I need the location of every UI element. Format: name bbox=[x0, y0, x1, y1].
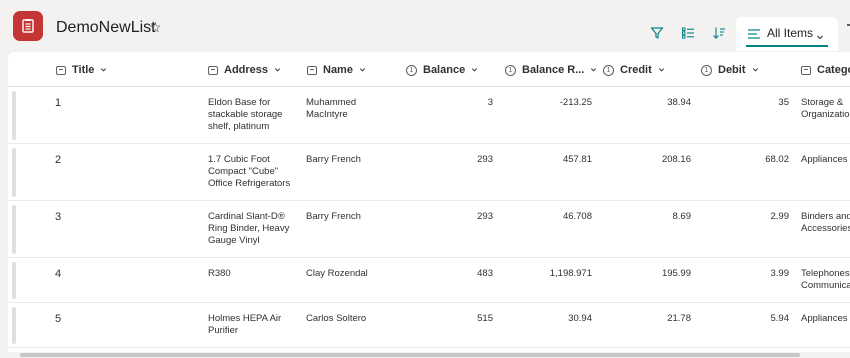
cell-name: Muhammed MacIntyre bbox=[306, 97, 357, 120]
cell-category: Appliances bbox=[801, 154, 848, 165]
chevron-down-icon bbox=[816, 28, 824, 46]
cell-balance: 483 bbox=[477, 268, 493, 279]
cell-category: Appliances bbox=[801, 313, 848, 324]
column-label: Name bbox=[323, 64, 353, 76]
view-label: All Items bbox=[767, 26, 814, 40]
column-header-name[interactable]: Name bbox=[307, 64, 366, 76]
cell-name: Barry French bbox=[306, 154, 361, 165]
cell-debit: 2.99 bbox=[770, 211, 790, 222]
cell-balance: 515 bbox=[477, 313, 493, 324]
chevron-down-icon bbox=[359, 64, 366, 76]
cell-name: Barry French bbox=[306, 211, 361, 222]
cell-balance-r: 30.94 bbox=[568, 313, 592, 324]
cell-address: 1.7 Cubic Foot Compact "Cube" Office Ref… bbox=[208, 154, 291, 189]
filter-icon[interactable] bbox=[648, 24, 666, 42]
cell-balance: 293 bbox=[477, 211, 493, 222]
column-header-credit[interactable]: 1 Credit bbox=[603, 64, 665, 76]
cell-credit: 38.94 bbox=[667, 97, 691, 108]
column-label: Title bbox=[72, 64, 95, 76]
chevron-down-icon bbox=[590, 64, 597, 76]
row-select-handle[interactable] bbox=[12, 307, 16, 344]
cell-balance-r: 1,198.971 bbox=[549, 268, 592, 279]
cell-balance: 3 bbox=[487, 97, 493, 108]
cell-name: Clay Rozendal bbox=[306, 268, 368, 279]
list-app-icon bbox=[13, 11, 43, 41]
table-row[interactable]: 4 R380 Clay Rozendal 483 1,198.971 195.9… bbox=[8, 258, 850, 303]
view-lines-icon bbox=[747, 27, 761, 45]
column-header-title[interactable]: Title bbox=[56, 64, 107, 76]
cell-address: R380 bbox=[208, 268, 231, 279]
scrollbar-thumb[interactable] bbox=[20, 353, 800, 357]
cell-name: Carlos Soltero bbox=[306, 313, 367, 324]
list-grid: Title Address Name 1 Balance 1 Balance R… bbox=[8, 52, 850, 358]
column-label: Debit bbox=[718, 64, 746, 76]
cell-debit: 68.02 bbox=[765, 154, 789, 165]
row-select-handle[interactable] bbox=[12, 148, 16, 197]
cell-credit: 195.99 bbox=[661, 268, 691, 279]
cell-category: Storage & Organizatio bbox=[801, 97, 850, 120]
cell-title[interactable]: 4 bbox=[55, 268, 61, 280]
group-list-icon[interactable] bbox=[679, 24, 697, 42]
text-field-icon bbox=[307, 65, 317, 75]
cell-address: Holmes HEPA Air Purifier bbox=[208, 313, 282, 336]
active-view-underline bbox=[746, 45, 828, 47]
table-row[interactable]: 2 1.7 Cubic Foot Compact "Cube" Office R… bbox=[8, 144, 850, 201]
favorite-star-icon[interactable]: ☆ bbox=[149, 19, 162, 36]
cell-balance-r: 46.708 bbox=[562, 211, 592, 222]
number-field-icon: 1 bbox=[701, 64, 712, 76]
column-label: Categor bbox=[817, 64, 850, 76]
view-selector-all-items[interactable]: All Items bbox=[736, 17, 838, 51]
column-header-row: Title Address Name 1 Balance 1 Balance R… bbox=[8, 52, 850, 87]
cell-debit: 5.94 bbox=[770, 313, 790, 324]
table-row[interactable]: 5 Holmes HEPA Air Purifier Carlos Solter… bbox=[8, 303, 850, 348]
number-field-icon: 1 bbox=[406, 64, 417, 76]
row-select-handle[interactable] bbox=[12, 205, 16, 254]
cell-balance: 293 bbox=[477, 154, 493, 165]
chevron-down-icon bbox=[658, 64, 665, 76]
column-label: Balance bbox=[423, 64, 466, 76]
chevron-down-icon bbox=[752, 64, 759, 76]
row-select-handle[interactable] bbox=[12, 262, 16, 299]
text-field-icon bbox=[208, 65, 218, 75]
column-header-debit[interactable]: 1 Debit bbox=[701, 64, 759, 76]
cell-balance-r: -213.25 bbox=[559, 97, 592, 108]
sort-icon[interactable] bbox=[710, 24, 728, 42]
cell-title[interactable]: 1 bbox=[55, 97, 61, 109]
column-header-balance-r[interactable]: 1 Balance R... bbox=[505, 64, 597, 76]
horizontal-scrollbar[interactable] bbox=[8, 352, 850, 358]
cell-credit: 8.69 bbox=[672, 211, 692, 222]
column-header-address[interactable]: Address bbox=[208, 64, 281, 76]
page-title: DemoNewList bbox=[56, 19, 156, 36]
cell-category: Telephones a Communica bbox=[801, 268, 850, 291]
column-label: Balance R... bbox=[522, 64, 585, 76]
cell-title[interactable]: 2 bbox=[55, 154, 61, 166]
cell-title[interactable]: 5 bbox=[55, 313, 61, 325]
cell-title[interactable]: 3 bbox=[55, 211, 61, 223]
chevron-down-icon bbox=[471, 64, 478, 76]
cell-credit: 21.78 bbox=[667, 313, 691, 324]
table-row[interactable]: 1 Eldon Base for stackable storage shelf… bbox=[8, 87, 850, 144]
row-select-handle[interactable] bbox=[12, 91, 16, 140]
column-header-category[interactable]: Categor bbox=[801, 64, 850, 76]
cell-address: Eldon Base for stackable storage shelf, … bbox=[208, 97, 283, 132]
table-row[interactable]: 3 Cardinal Slant-D® Ring Binder, Heavy G… bbox=[8, 201, 850, 258]
number-field-icon: 1 bbox=[505, 64, 516, 76]
text-field-icon bbox=[56, 65, 66, 75]
cell-debit: 35 bbox=[778, 97, 789, 108]
command-bar: DemoNewList ☆ All Items bbox=[0, 0, 850, 52]
number-field-icon: 1 bbox=[603, 64, 614, 76]
column-header-balance[interactable]: 1 Balance bbox=[406, 64, 478, 76]
text-field-icon bbox=[801, 65, 811, 75]
cell-debit: 3.99 bbox=[770, 268, 790, 279]
chevron-down-icon bbox=[100, 64, 107, 76]
column-label: Credit bbox=[620, 64, 652, 76]
cell-category: Binders and Accessories bbox=[801, 211, 850, 234]
column-label: Address bbox=[224, 64, 269, 76]
cell-balance-r: 457.81 bbox=[562, 154, 592, 165]
cell-credit: 208.16 bbox=[661, 154, 691, 165]
cell-address: Cardinal Slant-D® Ring Binder, Heavy Gau… bbox=[208, 211, 290, 246]
chevron-down-icon bbox=[274, 64, 281, 76]
